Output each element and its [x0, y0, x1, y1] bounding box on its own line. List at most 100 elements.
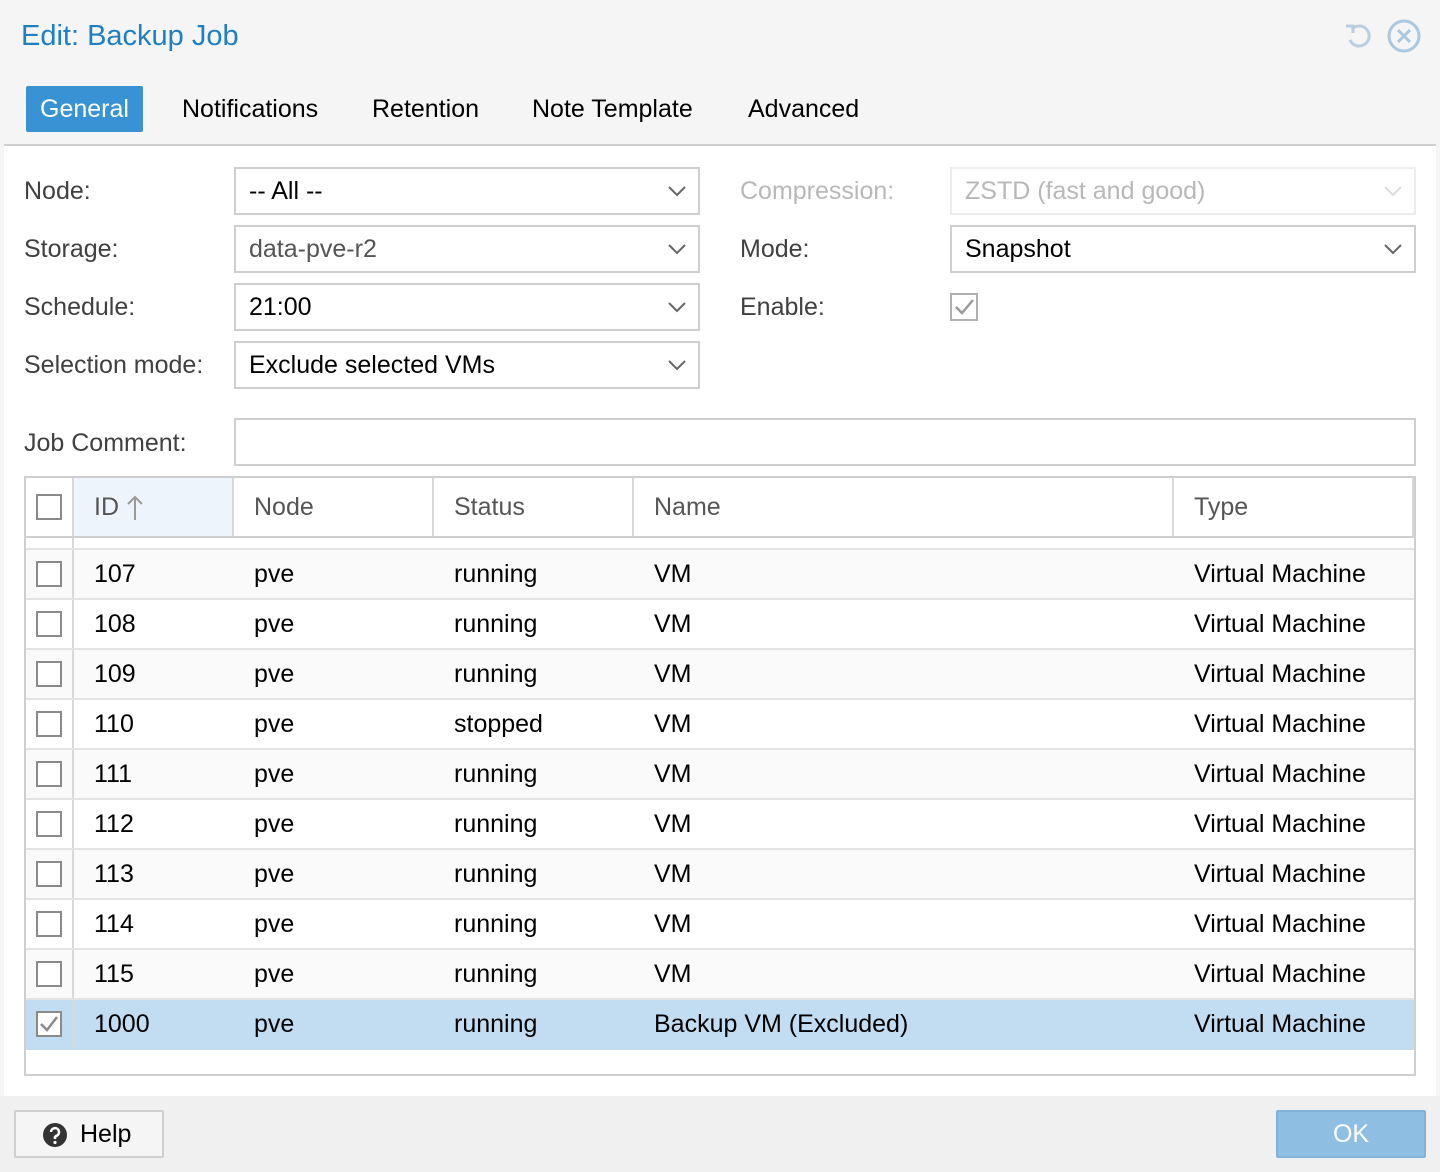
- question-circle-icon: [43, 1123, 67, 1147]
- chevron-down-icon[interactable]: [1382, 238, 1404, 260]
- checkbox-icon[interactable]: [36, 861, 62, 887]
- tab-retention[interactable]: Retention: [358, 86, 493, 132]
- cell-id: 110: [94, 710, 134, 738]
- row-checkbox[interactable]: [26, 650, 74, 698]
- cell-type: Virtual Machine: [1194, 1010, 1366, 1038]
- row-checkbox[interactable]: [26, 950, 74, 998]
- table-row[interactable]: 114 pve running VM Virtual Machine: [26, 900, 1414, 950]
- dialog-footer: Help OK: [0, 1096, 1440, 1172]
- cell-node: pve: [254, 710, 295, 738]
- node-value: -- All --: [249, 177, 323, 205]
- mode-combobox[interactable]: Snapshot: [950, 225, 1416, 273]
- column-header-id-label: ID: [94, 493, 119, 521]
- schedule-combobox[interactable]: 21:00: [234, 283, 700, 331]
- tab-note-template[interactable]: Note Template: [518, 86, 707, 132]
- mode-label: Mode:: [740, 235, 810, 263]
- row-checkbox[interactable]: [26, 900, 74, 948]
- cell-id: 107: [94, 560, 136, 588]
- window-header: Edit: Backup Job: [0, 0, 1440, 74]
- tab-advanced[interactable]: Advanced: [734, 86, 873, 132]
- cell-id: 1000: [94, 1010, 150, 1038]
- checkbox-icon[interactable]: [36, 911, 62, 937]
- table-row[interactable]: 110 pve stopped VM Virtual Machine: [26, 700, 1414, 750]
- header-select-all[interactable]: [26, 478, 74, 536]
- table-row[interactable]: 115 pve running VM Virtual Machine: [26, 950, 1414, 1000]
- cell-node: pve: [254, 1010, 295, 1038]
- chevron-down-icon[interactable]: [666, 354, 688, 376]
- cell-type: Virtual Machine: [1194, 810, 1366, 838]
- selection-mode-combobox[interactable]: Exclude selected VMs: [234, 341, 700, 389]
- ok-button[interactable]: OK: [1276, 1110, 1426, 1158]
- cell-type: Virtual Machine: [1194, 560, 1366, 588]
- checkbox-icon[interactable]: [36, 961, 62, 987]
- help-button[interactable]: Help: [14, 1110, 164, 1158]
- table-row[interactable]: 108 pve running VM Virtual Machine: [26, 600, 1414, 650]
- tab-bar: General Notifications Retention Note Tem…: [4, 74, 1436, 146]
- row-checkbox[interactable]: [26, 1000, 74, 1048]
- cell-type: Virtual Machine: [1194, 710, 1366, 738]
- cell-name: VM: [654, 560, 692, 588]
- checkbox-checked-icon[interactable]: [36, 1011, 62, 1037]
- tab-general[interactable]: General: [26, 86, 143, 132]
- cell-id: 109: [94, 660, 136, 688]
- row-checkbox[interactable]: [26, 850, 74, 898]
- cell-name: VM: [654, 910, 692, 938]
- table-row[interactable]: 113 pve running VM Virtual Machine: [26, 850, 1414, 900]
- chevron-down-icon[interactable]: [666, 238, 688, 260]
- cell-id: 111: [94, 760, 133, 788]
- cell-status: running: [454, 760, 538, 788]
- tab-notifications[interactable]: Notifications: [168, 86, 332, 132]
- checkbox-icon[interactable]: [36, 611, 62, 637]
- compression-label: Compression:: [740, 177, 895, 205]
- close-icon[interactable]: [1386, 18, 1422, 54]
- enable-checkbox[interactable]: [950, 293, 978, 321]
- table-row[interactable]: 111 pve running VM Virtual Machine: [26, 750, 1414, 800]
- grid-rows: 106 pve running VM Virtual Machine 107 pve runn…: [26, 538, 1414, 1050]
- column-header-node[interactable]: Node: [234, 478, 434, 536]
- row-checkbox[interactable]: [26, 550, 74, 598]
- column-header-status[interactable]: Status: [434, 478, 634, 536]
- column-header-id[interactable]: ID: [74, 478, 234, 536]
- cell-name: VM: [654, 960, 692, 988]
- storage-label: Storage:: [24, 235, 119, 263]
- schedule-value: 21:00: [249, 293, 312, 321]
- row-checkbox[interactable]: [26, 750, 74, 798]
- help-button-label: Help: [80, 1120, 132, 1148]
- selection-mode-label: Selection mode:: [24, 351, 204, 379]
- cell-name: VM: [654, 810, 692, 838]
- checkbox-icon[interactable]: [36, 761, 62, 787]
- chevron-down-icon[interactable]: [666, 296, 688, 318]
- table-row[interactable]: 109 pve running VM Virtual Machine: [26, 650, 1414, 700]
- job-comment-input[interactable]: [236, 420, 1414, 464]
- column-header-type[interactable]: Type: [1174, 478, 1414, 536]
- checkbox-icon[interactable]: [36, 561, 62, 587]
- reset-icon[interactable]: [1342, 18, 1378, 54]
- cell-type: Virtual Machine: [1194, 860, 1366, 888]
- table-row[interactable]: 1000 pve running Backup VM (Excluded) Virtua…: [26, 1000, 1414, 1050]
- row-checkbox[interactable]: [26, 600, 74, 648]
- cell-type: Virtual Machine: [1194, 660, 1366, 688]
- cell-name: VM: [634, 538, 692, 548]
- cell-name: VM: [654, 610, 692, 638]
- checkbox-icon[interactable]: [36, 494, 62, 520]
- node-combobox[interactable]: -- All --: [234, 167, 700, 215]
- row-checkbox[interactable]: [26, 700, 74, 748]
- column-header-name[interactable]: Name: [634, 478, 1174, 536]
- table-row[interactable]: 107 pve running VM Virtual Machine: [26, 550, 1414, 600]
- cell-type: Virtual Machine: [1194, 910, 1366, 938]
- chevron-down-icon[interactable]: [666, 180, 688, 202]
- row-checkbox[interactable]: [26, 538, 74, 548]
- cell-status: running: [454, 860, 538, 888]
- table-row[interactable]: 112 pve running VM Virtual Machine: [26, 800, 1414, 850]
- cell-node: pve: [254, 560, 295, 588]
- row-checkbox[interactable]: [26, 800, 74, 848]
- cell-type: Virtual Machine: [1174, 538, 1366, 548]
- mode-value: Snapshot: [965, 235, 1071, 263]
- storage-combobox[interactable]: data-pve-r2: [234, 225, 700, 273]
- table-row[interactable]: 106 pve running VM Virtual Machine: [26, 538, 1414, 550]
- checkbox-icon[interactable]: [36, 811, 62, 837]
- job-comment-field[interactable]: [234, 418, 1416, 466]
- checkbox-icon[interactable]: [36, 661, 62, 687]
- checkbox-icon[interactable]: [36, 711, 62, 737]
- enable-label: Enable:: [740, 293, 825, 321]
